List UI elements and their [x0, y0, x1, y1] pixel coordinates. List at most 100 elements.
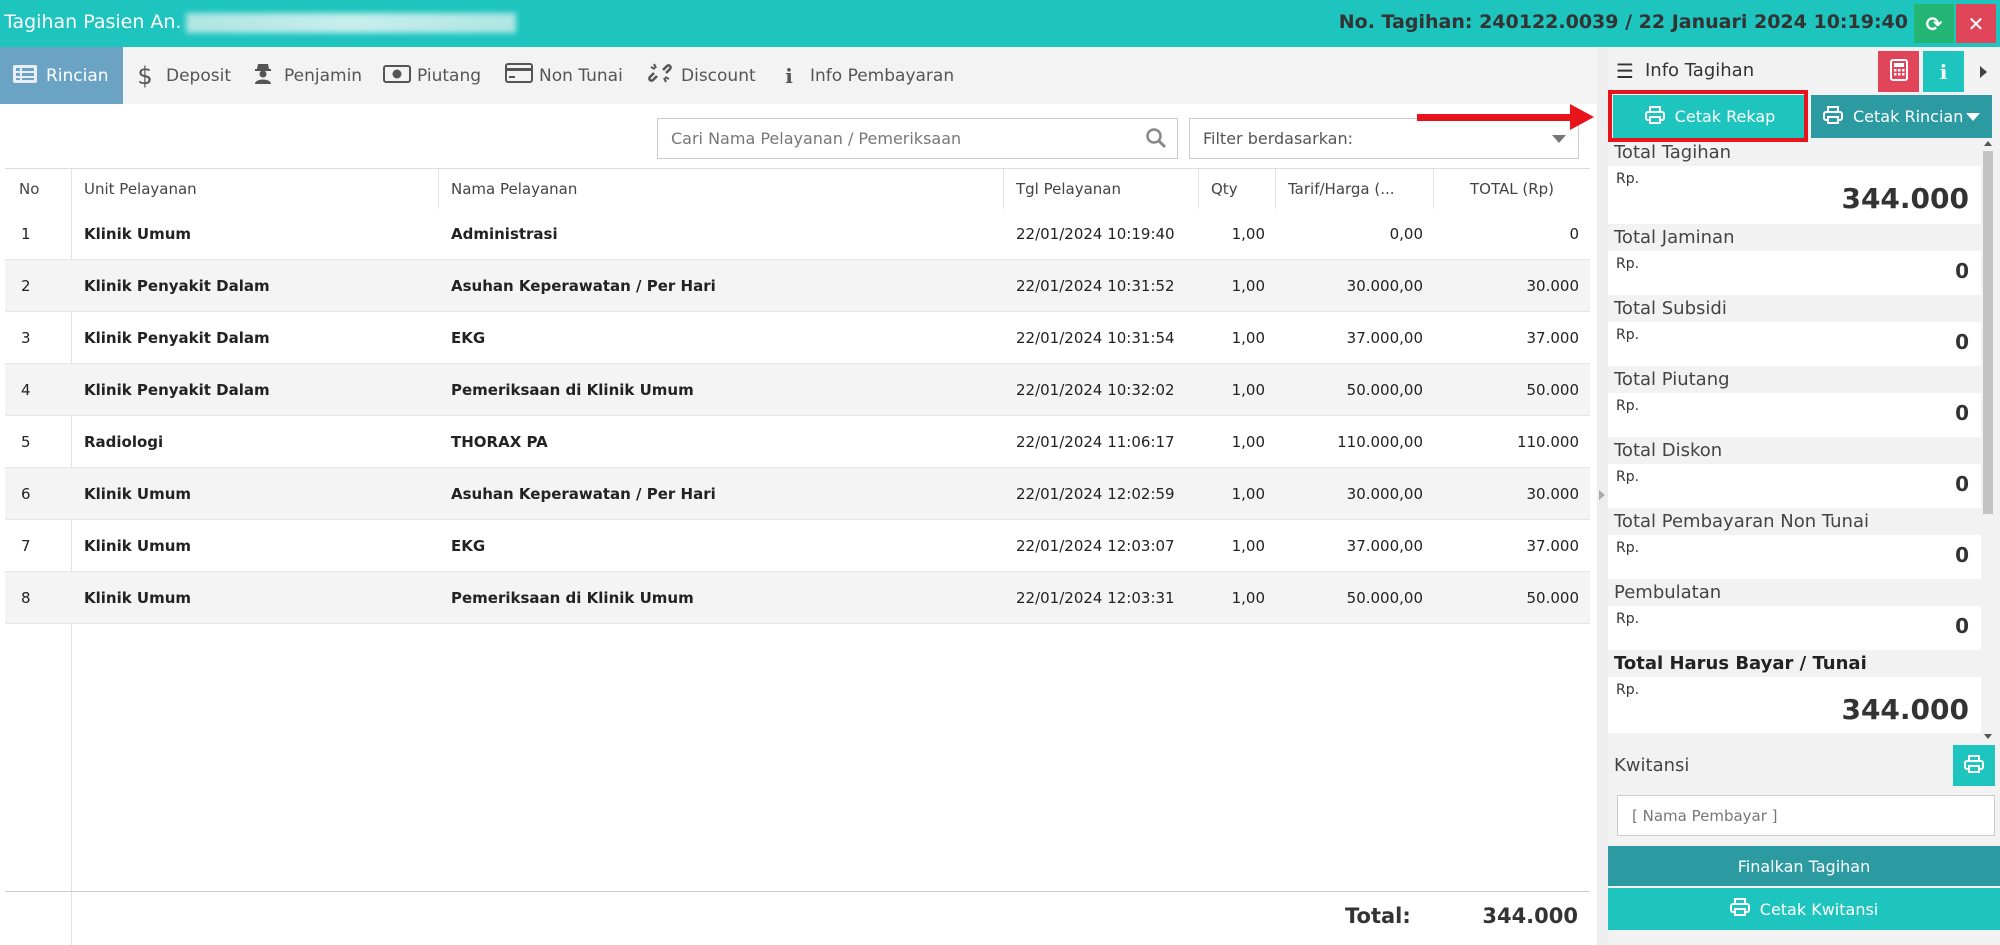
total-label: Total Jaminan — [1608, 224, 1982, 251]
cell-no: 6 — [21, 485, 31, 503]
table-row[interactable]: 8 Klinik Umum Pemeriksaan di Klinik Umum 22… — [5, 572, 1590, 624]
cell-unit: Klinik Umum — [84, 225, 192, 243]
total-item: Pembulatan Rp. 0 — [1608, 579, 1982, 650]
filter-select[interactable]: Filter berdasarkan: — [1189, 118, 1579, 159]
total-value: 0 — [1955, 614, 1969, 638]
scroll-up-icon[interactable] — [1984, 141, 1992, 146]
tab-piutang[interactable]: Piutang — [383, 47, 481, 104]
cell-tarif: 50.000,00 — [1346, 381, 1423, 399]
cell-unit: Klinik Umum — [84, 589, 192, 607]
cell-no: 2 — [21, 277, 31, 295]
total-item: Total Harus Bayar / Tunai Rp. 344.000 — [1608, 650, 1982, 733]
cell-total: 50.000 — [1526, 589, 1580, 607]
window-title-text: Tagihan Pasien An. — [4, 11, 182, 33]
header-unit-pelayanan[interactable]: Unit Pelayanan — [72, 169, 439, 209]
cell-total: 37.000 — [1526, 537, 1580, 555]
header-qty[interactable]: Qty — [1199, 169, 1276, 209]
total-item: Total Jaminan Rp. 0 — [1608, 224, 1982, 295]
info-button[interactable]: i — [1923, 51, 1964, 92]
tab-label: Piutang — [417, 65, 482, 86]
chevron-down-icon — [1966, 112, 1980, 121]
credit-card-icon — [505, 63, 533, 88]
currency-label: Rp. — [1616, 327, 1640, 343]
table-row[interactable]: 5 Radiologi THORAX PA 22/01/2024 11:06:17 1,… — [5, 416, 1590, 468]
search-icon[interactable] — [1145, 127, 1167, 153]
cell-no: 4 — [21, 381, 31, 399]
cell-unit: Klinik Umum — [84, 485, 192, 503]
cell-unit: Klinik Umum — [84, 537, 192, 555]
search-input[interactable] — [658, 119, 1128, 158]
table-row[interactable]: 2 Klinik Penyakit Dalam Asuhan Keperawatan… — [5, 260, 1590, 312]
cell-unit: Radiologi — [84, 433, 164, 451]
services-table: No Unit Pelayanan Nama Pelayanan Tgl Pel… — [5, 168, 1590, 624]
tab-rincian[interactable]: Rincian — [0, 47, 123, 104]
cell-total: 30.000 — [1526, 277, 1580, 295]
cell-qty: 1,00 — [1231, 485, 1265, 503]
panel-header: ☰ Info Tagihan i — [1608, 47, 2000, 96]
print-icon — [1964, 754, 1984, 777]
tab-label: Penjamin — [284, 65, 363, 86]
cell-tarif: 37.000,00 — [1346, 329, 1423, 347]
cell-total: 0 — [1569, 225, 1579, 243]
header-total[interactable]: TOTAL (Rp) — [1434, 169, 1590, 209]
cell-no: 8 — [21, 589, 31, 607]
cell-unit: Klinik Penyakit Dalam — [84, 381, 270, 399]
cetak-rincian-dropdown[interactable] — [1954, 95, 1992, 138]
table-row[interactable]: 4 Klinik Penyakit Dalam Pemeriksaan di Kli… — [5, 364, 1590, 416]
total-value: 0 — [1955, 259, 1969, 283]
scrollbar-thumb[interactable] — [1983, 151, 1993, 514]
header-no[interactable]: No — [5, 169, 72, 209]
header-tarif[interactable]: Tarif/Harga (... — [1276, 169, 1434, 209]
totals-list: Total Tagihan Rp. 344.000 Total Jaminan Rp. 0… — [1608, 139, 1982, 733]
annotation-highlight-box — [1608, 90, 1808, 142]
cell-total: 30.000 — [1526, 485, 1580, 503]
payer-name-input[interactable] — [1618, 796, 1994, 835]
annotation-arrow — [1417, 114, 1572, 121]
tab-non-tunai[interactable]: Non Tunai — [505, 47, 623, 104]
caret-right-icon[interactable] — [1980, 66, 1987, 78]
total-label: Total Diskon — [1608, 437, 1982, 464]
table-row[interactable]: 6 Klinik Umum Asuhan Keperawatan / Per Har… — [5, 468, 1590, 520]
table-body: 1 Klinik Umum Administrasi 22/01/2024 10:19… — [5, 208, 1590, 624]
calculator-button[interactable] — [1878, 51, 1919, 92]
currency-label: Rp. — [1616, 256, 1640, 272]
total-value: 344.000 — [1841, 182, 1969, 215]
user-secret-icon — [250, 62, 276, 89]
table-row[interactable]: 7 Klinik Umum EKG 22/01/2024 12:03:07 1,00 37… — [5, 520, 1590, 572]
close-button[interactable]: ✕ — [1956, 4, 1996, 43]
table-row[interactable]: 1 Klinik Umum Administrasi 22/01/2024 10:19… — [5, 208, 1590, 260]
title-bar: Tagihan Pasien An. No. Tagihan: 240122.0… — [0, 0, 2000, 47]
cell-qty: 1,00 — [1231, 329, 1265, 347]
cetak-kwitansi-label: Cetak Kwitansi — [1759, 899, 1879, 919]
cell-tgl: 22/01/2024 10:19:40 — [1016, 225, 1175, 243]
cell-nama: Pemeriksaan di Klinik Umum — [451, 589, 694, 607]
scroll-down-icon[interactable] — [1984, 734, 1992, 739]
cell-tgl: 22/01/2024 10:31:54 — [1016, 329, 1175, 347]
tab-info-pembayaran[interactable]: i Info Pembayaran — [776, 47, 954, 104]
info-icon: i — [1939, 59, 1948, 84]
tab-discount[interactable]: Discount — [647, 47, 756, 104]
table-row[interactable]: 3 Klinik Penyakit Dalam EKG 22/01/2024 10:3… — [5, 312, 1590, 364]
tab-deposit[interactable]: $ Deposit — [132, 47, 231, 104]
cetak-rincian-label: Cetak Rincian — [1853, 107, 1964, 126]
chain-broken-icon — [647, 61, 673, 90]
cetak-rincian-button[interactable]: Cetak Rincian — [1811, 95, 1992, 138]
panel-splitter[interactable] — [1597, 47, 1608, 945]
total-label: Total Pembayaran Non Tunai — [1608, 508, 1982, 535]
cetak-kwitansi-button[interactable]: Cetak Kwitansi — [1608, 888, 2000, 930]
finalkan-tagihan-button[interactable]: Finalkan Tagihan — [1608, 846, 2000, 886]
tab-penjamin[interactable]: Penjamin — [250, 47, 362, 104]
header-tgl-pelayanan[interactable]: Tgl Pelayanan — [1004, 169, 1199, 209]
cell-tgl: 22/01/2024 11:06:17 — [1016, 433, 1175, 451]
total-value: 0 — [1955, 401, 1969, 425]
currency-label: Rp. — [1616, 171, 1640, 187]
header-nama-pelayanan[interactable]: Nama Pelayanan — [439, 169, 1004, 209]
panel-title: Info Tagihan — [1645, 60, 1755, 81]
cell-total: 110.000 — [1516, 433, 1579, 451]
kwitansi-print-button[interactable] — [1953, 745, 1995, 786]
refresh-button[interactable]: ⟳ — [1914, 4, 1954, 43]
cell-qty: 1,00 — [1231, 537, 1265, 555]
filter-placeholder: Filter berdasarkan: — [1203, 129, 1354, 148]
totals-scrollbar[interactable] — [1981, 139, 1996, 739]
chevron-down-icon — [1552, 135, 1566, 143]
